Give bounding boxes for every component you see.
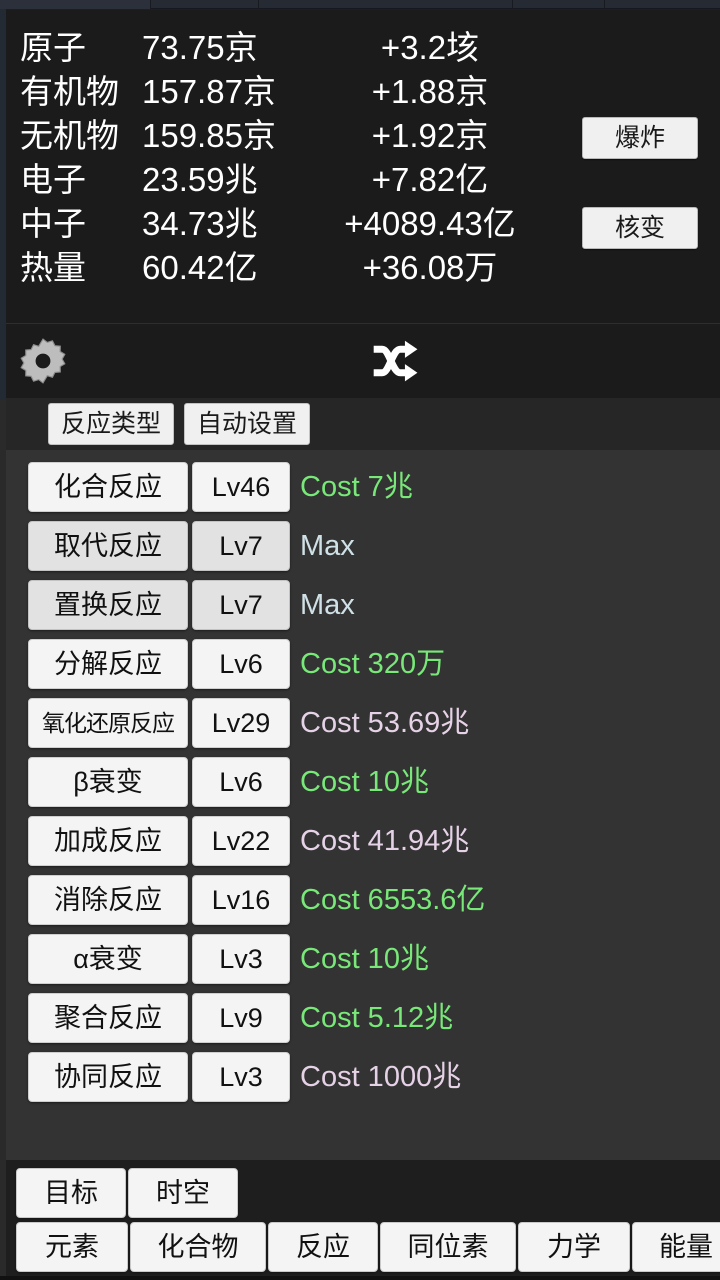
reaction-row[interactable]: β衰变Lv6Cost 10兆 <box>6 753 720 812</box>
stat-label: 无机物 <box>20 114 119 158</box>
stat-row: 原子 73.75京 +3.2垓 <box>20 26 560 70</box>
reaction-level-button[interactable]: Lv6 <box>192 639 290 689</box>
reaction-cost-label: Cost 41.94兆 <box>300 816 469 866</box>
nav-isotopes[interactable]: 同位素 <box>380 1222 516 1272</box>
stat-delta: +36.08万 <box>320 246 540 290</box>
fission-button[interactable]: 核变 <box>582 207 698 249</box>
reaction-cost-label: Max <box>300 580 355 630</box>
reaction-cost-label: Cost 320万 <box>300 639 445 689</box>
reaction-row[interactable]: 加成反应Lv22Cost 41.94兆 <box>6 812 720 871</box>
reaction-level-button[interactable]: Lv6 <box>192 757 290 807</box>
reaction-row[interactable]: 化合反应Lv46Cost 7兆 <box>6 458 720 517</box>
nav-mechanics[interactable]: 力学 <box>518 1222 630 1272</box>
reaction-level-button[interactable]: Lv29 <box>192 698 290 748</box>
stat-label: 热量 <box>20 246 86 290</box>
secondary-nav-bar: 目标时空 <box>6 1168 720 1222</box>
reaction-name-button[interactable]: 消除反应 <box>28 875 188 925</box>
reaction-cost-label: Max <box>300 521 355 571</box>
stat-delta: +1.92京 <box>320 114 540 158</box>
reaction-level-button[interactable]: Lv16 <box>192 875 290 925</box>
reaction-level-button[interactable]: Lv3 <box>192 934 290 984</box>
stat-delta: +3.2垓 <box>320 26 540 70</box>
reaction-row[interactable]: 氧化还原反应Lv29Cost 53.69兆 <box>6 694 720 753</box>
resource-stats-list: 原子 73.75京 +3.2垓有机物 157.87京 +1.88京无机物 159.85京 +… <box>20 26 560 290</box>
reaction-level-button[interactable]: Lv7 <box>192 580 290 630</box>
nav-elements[interactable]: 元素 <box>16 1222 128 1272</box>
stat-row: 无机物 159.85京 +1.92京 <box>20 114 560 158</box>
reaction-name-button[interactable]: 取代反应 <box>28 521 188 571</box>
reaction-level-button[interactable]: Lv9 <box>192 993 290 1043</box>
status-seg-left <box>0 0 150 9</box>
reaction-cost-label: Cost 1000兆 <box>300 1052 461 1102</box>
reaction-name-button[interactable]: 分解反应 <box>28 639 188 689</box>
stat-label: 电子 <box>20 158 86 202</box>
reaction-name-button[interactable]: 加成反应 <box>28 816 188 866</box>
nav-goals[interactable]: 目标 <box>16 1168 126 1218</box>
stat-row: 电子 23.59兆 +7.82亿 <box>20 158 560 202</box>
reaction-level-button[interactable]: Lv7 <box>192 521 290 571</box>
reaction-row[interactable]: α衰变Lv3Cost 10兆 <box>6 930 720 989</box>
status-divider-1 <box>150 0 151 9</box>
reaction-cost-label: Cost 6553.6亿 <box>300 875 485 925</box>
reaction-row[interactable]: 取代反应Lv7Max <box>6 517 720 576</box>
stat-delta: +1.88京 <box>320 70 540 114</box>
shuffle-icon[interactable] <box>368 336 420 386</box>
stat-row: 热量 60.42亿 +36.08万 <box>20 246 560 290</box>
stat-row: 中子 34.73兆 +4089.43亿 <box>20 202 560 246</box>
stat-label: 中子 <box>20 202 86 246</box>
reaction-cost-label: Cost 10兆 <box>300 934 429 984</box>
tab-reaction-type[interactable]: 反应类型 <box>48 403 174 445</box>
nav-compounds[interactable]: 化合物 <box>130 1222 266 1272</box>
reaction-list-panel[interactable]: 化合反应Lv46Cost 7兆取代反应Lv7Max置换反应Lv7Max分解反应L… <box>6 450 720 1160</box>
reaction-name-button[interactable]: 协同反应 <box>28 1052 188 1102</box>
stat-value: 34.73兆 <box>142 202 258 246</box>
reaction-row[interactable]: 聚合反应Lv9Cost 5.12兆 <box>6 989 720 1048</box>
reaction-name-button[interactable]: α衰变 <box>28 934 188 984</box>
nav-spacetime[interactable]: 时空 <box>128 1168 238 1218</box>
explode-button[interactable]: 爆炸 <box>582 117 698 159</box>
status-divider-3 <box>512 0 513 9</box>
reaction-name-button[interactable]: β衰变 <box>28 757 188 807</box>
reaction-level-button[interactable]: Lv46 <box>192 462 290 512</box>
app-root: 原子 73.75京 +3.2垓有机物 157.87京 +1.88京无机物 159.85京 +… <box>0 0 720 1280</box>
status-divider-2 <box>258 0 259 9</box>
stat-label: 有机物 <box>20 70 119 114</box>
stat-row: 有机物 157.87京 +1.88京 <box>20 70 560 114</box>
nav-energy[interactable]: 能量 <box>632 1222 720 1272</box>
reaction-cost-label: Cost 10兆 <box>300 757 429 807</box>
icon-toolbar <box>6 323 720 398</box>
stat-value: 157.87京 <box>142 70 276 114</box>
reaction-cost-label: Cost 53.69兆 <box>300 698 469 748</box>
reaction-row[interactable]: 协同反应Lv3Cost 1000兆 <box>6 1048 720 1107</box>
reaction-row[interactable]: 分解反应Lv6Cost 320万 <box>6 635 720 694</box>
tab-auto-settings[interactable]: 自动设置 <box>184 403 310 445</box>
nav-reactions[interactable]: 反应 <box>268 1222 378 1272</box>
resource-stats-panel: 原子 73.75京 +3.2垓有机物 157.87京 +1.88京无机物 159.85京 +… <box>6 10 720 323</box>
stat-value: 73.75京 <box>142 26 258 70</box>
stat-delta: +4089.43亿 <box>320 202 540 246</box>
reaction-tabs-row: 反应类型 自动设置 <box>6 398 720 450</box>
reaction-row[interactable]: 消除反应Lv16Cost 6553.6亿 <box>6 871 720 930</box>
stat-delta: +7.82亿 <box>320 158 540 202</box>
gear-icon[interactable] <box>18 336 68 386</box>
reaction-level-button[interactable]: Lv22 <box>192 816 290 866</box>
reaction-name-button[interactable]: 化合反应 <box>28 462 188 512</box>
stat-value: 60.42亿 <box>142 246 258 290</box>
reaction-name-button[interactable]: 聚合反应 <box>28 993 188 1043</box>
reaction-level-button[interactable]: Lv3 <box>192 1052 290 1102</box>
stat-value: 159.85京 <box>142 114 276 158</box>
stat-value: 23.59兆 <box>142 158 258 202</box>
reaction-cost-label: Cost 5.12兆 <box>300 993 453 1043</box>
status-bar-sliver <box>0 0 720 9</box>
reaction-name-button[interactable]: 氧化还原反应 <box>28 698 188 748</box>
stat-label: 原子 <box>20 26 86 70</box>
status-divider-4 <box>604 0 605 9</box>
primary-nav-bar: 元素化合物反应同位素力学能量 <box>6 1222 720 1276</box>
bottom-edge-strip <box>0 1276 720 1280</box>
reaction-cost-label: Cost 7兆 <box>300 462 413 512</box>
reaction-row[interactable]: 置换反应Lv7Max <box>6 576 720 635</box>
reaction-name-button[interactable]: 置换反应 <box>28 580 188 630</box>
